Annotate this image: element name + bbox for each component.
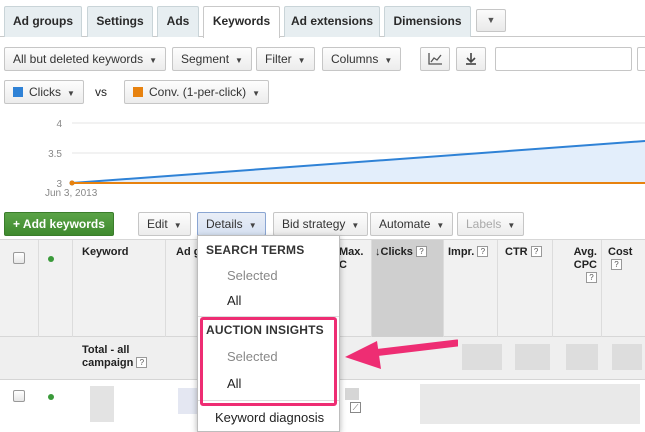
row-checkbox[interactable] <box>13 390 25 402</box>
status-dot-icon <box>48 256 54 262</box>
tab-ads[interactable]: Ads <box>157 6 199 37</box>
obscured-value <box>566 344 598 370</box>
graph-icon[interactable]: ⟋ <box>350 402 361 413</box>
add-keywords-button[interactable]: + Add keywords <box>4 212 114 236</box>
obscured-value <box>462 344 502 370</box>
vs-label: vs <box>95 85 107 99</box>
metric2-swatch <box>133 87 143 97</box>
impr-header-label: Impr. <box>448 246 475 258</box>
chevron-down-icon: ▼ <box>486 15 496 25</box>
keyword-diagnosis-item[interactable]: Keyword diagnosis <box>215 410 324 425</box>
caret-down-icon: ▼ <box>436 221 445 230</box>
download-button[interactable] <box>456 47 486 71</box>
chart-x-tick-label: Jun 3, 2013 <box>45 188 98 199</box>
obscured-row-values <box>420 384 640 424</box>
col-header-avg-cpc[interactable]: Avg. CPC ? <box>567 246 597 285</box>
tab-bar: Ad groups Settings Ads Keywords Ad exten… <box>0 0 645 38</box>
labels-label: Labels <box>466 217 502 231</box>
avg-cpc-header-label: Avg. CPC <box>573 246 597 271</box>
details-label: Details <box>206 217 243 231</box>
automate-label: Automate <box>379 217 431 231</box>
caret-down-icon: ▼ <box>248 221 257 230</box>
automate-button[interactable]: Automate ▼ <box>370 212 454 236</box>
columns-button[interactable]: Columns ▼ <box>322 47 402 71</box>
y-tick-label: 4 <box>56 119 62 130</box>
tab-dimensions[interactable]: Dimensions <box>384 6 471 37</box>
line-chart-icon <box>428 53 442 65</box>
help-icon[interactable]: ? <box>136 357 148 368</box>
download-icon <box>466 53 476 65</box>
y-tick-label: 3.5 <box>48 149 62 160</box>
obscured-max-cpc <box>345 388 359 400</box>
clicks-header-label: ↓Clicks <box>375 246 413 258</box>
segment-button[interactable]: Segment ▼ <box>172 47 252 71</box>
columns-label: Columns <box>331 52 379 66</box>
caret-down-icon: ▼ <box>384 56 393 65</box>
obscured-keyword <box>90 386 114 422</box>
tab-keywords[interactable]: Keywords <box>203 6 280 38</box>
annotation-arrow-icon <box>345 339 458 369</box>
col-header-ctr[interactable]: CTR? <box>505 246 542 259</box>
help-icon[interactable]: ? <box>611 259 622 270</box>
bid-strategy-button[interactable]: Bid strategy ▼ <box>273 212 369 236</box>
keyword-status-filter[interactable]: All but deleted keywords ▼ <box>4 47 166 71</box>
tab-settings[interactable]: Settings <box>87 6 153 37</box>
tab-ad-groups[interactable]: Ad groups <box>4 6 82 37</box>
col-header-keyword[interactable]: Keyword <box>82 246 128 259</box>
caret-down-icon: ▼ <box>235 56 243 65</box>
cost-header-label: Cost <box>608 246 633 258</box>
edit-label: Edit <box>147 217 168 231</box>
chart-toggle-button[interactable] <box>420 47 450 71</box>
help-icon[interactable]: ? <box>477 246 489 257</box>
col-header-max-cpc[interactable]: Max. C <box>339 246 363 272</box>
total-label: Total - all campaign? <box>82 344 162 370</box>
caret-down-icon: ▼ <box>297 56 306 65</box>
select-all-checkbox[interactable] <box>13 252 25 264</box>
total-text: Total - all campaign <box>82 344 134 369</box>
search-input[interactable] <box>495 47 632 71</box>
help-icon[interactable]: ? <box>586 272 597 283</box>
search-terms-all[interactable]: All <box>227 293 241 308</box>
status-dot-icon <box>48 394 54 400</box>
metric2-selector[interactable]: Conv. (1-per-click) ▼ <box>124 80 270 104</box>
metric1-swatch <box>13 87 23 97</box>
section-search-terms: SEARCH TERMS <box>206 243 305 257</box>
filter-all-label: All but deleted keywords <box>13 52 144 66</box>
caret-down-icon: ▼ <box>67 89 75 98</box>
caret-down-icon: ▼ <box>351 221 360 230</box>
highlight-box <box>200 317 337 406</box>
caret-down-icon: ▼ <box>252 89 261 98</box>
caret-down-icon: ▼ <box>507 221 516 230</box>
tabs-more-button[interactable]: ▼ <box>476 9 506 32</box>
segment-label: Segment <box>181 52 230 66</box>
chart-y-ticks: 43.53 <box>48 119 62 190</box>
col-header-cost[interactable]: Cost? <box>608 246 645 272</box>
bid-strategy-label: Bid strategy <box>282 217 346 231</box>
col-header-impr[interactable]: Impr.? <box>448 246 489 259</box>
caret-down-icon: ▼ <box>173 221 182 230</box>
filter-button[interactable]: Filter ▼ <box>256 47 315 71</box>
labels-button[interactable]: Labels ▼ <box>457 212 525 236</box>
ctr-header-label: CTR <box>505 246 528 258</box>
performance-chart: 43.53 Jun 3, 2013 <box>45 119 645 199</box>
caret-down-icon: ▼ <box>149 56 157 65</box>
metric2-label: Conv. (1-per-click) <box>149 85 247 99</box>
metric1-label: Clicks <box>29 85 61 99</box>
col-header-clicks[interactable]: ↓Clicks? <box>375 246 427 259</box>
search-button[interactable] <box>637 47 645 71</box>
data-point <box>69 180 75 186</box>
chart-series <box>69 140 645 186</box>
details-button[interactable]: Details ▼ <box>197 212 266 236</box>
metric1-selector[interactable]: Clicks ▼ <box>4 80 84 104</box>
obscured-value <box>515 344 550 370</box>
help-icon[interactable]: ? <box>415 246 427 257</box>
tab-ad-extensions[interactable]: Ad extensions <box>284 6 380 37</box>
edit-button[interactable]: Edit ▼ <box>138 212 191 236</box>
obscured-value <box>612 344 642 370</box>
filter-label: Filter <box>265 52 292 66</box>
help-icon[interactable]: ? <box>530 246 542 257</box>
search-terms-selected[interactable]: Selected <box>227 268 278 283</box>
